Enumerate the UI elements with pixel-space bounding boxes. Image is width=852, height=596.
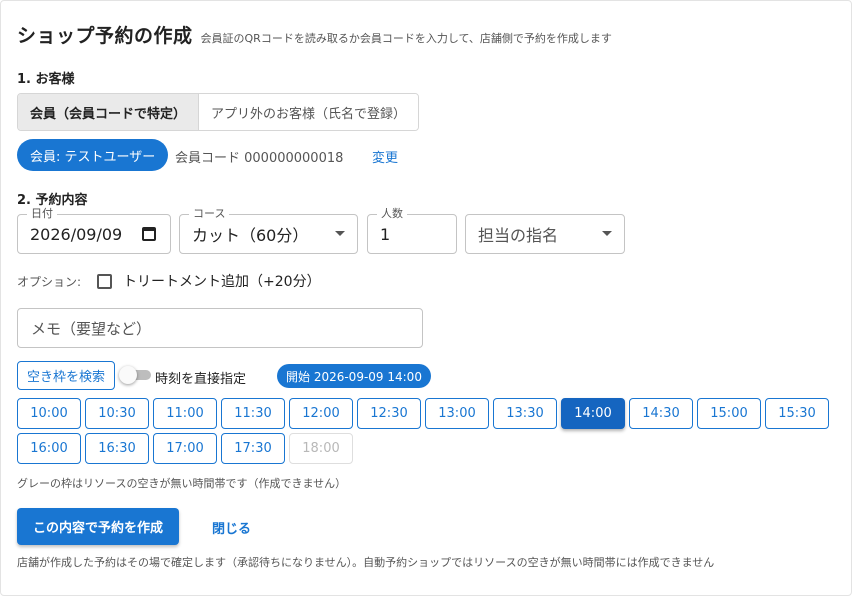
grey-slot-note: グレーの枠はリソースの空きが無い時間帯です（作成できません）: [17, 477, 347, 490]
calendar-icon[interactable]: [142, 227, 156, 241]
booking-section-label: 2. 予約内容: [17, 193, 88, 208]
time-slot-1230[interactable]: 12:30: [357, 398, 421, 429]
direct-time-toggle[interactable]: [119, 366, 151, 384]
chevron-down-icon: [335, 231, 345, 236]
create-reservation-button[interactable]: この内容で予約を作成: [17, 508, 180, 545]
people-value: 1: [380, 224, 391, 244]
date-field[interactable]: 日付 2026/09/09: [17, 207, 171, 254]
time-slot-1500[interactable]: 15:00: [697, 398, 761, 429]
time-slot-1800: 18:00: [289, 433, 353, 464]
time-slot-1700[interactable]: 17:00: [153, 433, 217, 464]
memo-input[interactable]: メモ（要望など）: [17, 308, 423, 348]
time-slot-1630[interactable]: 16:30: [85, 433, 149, 464]
dialog-header: ショップ予約の作成 会員証のQRコードを読み取るか会員コードを入力して、店舗側で…: [17, 21, 612, 48]
course-select-label: コース: [189, 207, 230, 221]
options-row: オプション: トリートメント追加（+20分）: [17, 271, 321, 291]
staff-placeholder: 担当の指名: [478, 226, 559, 245]
page-subtitle: 会員証のQRコードを読み取るか会員コードを入力して、店舗側で予約を作成します: [200, 32, 612, 45]
page-title: ショップ予約の作成: [17, 25, 193, 47]
time-slot-1030[interactable]: 10:30: [85, 398, 149, 429]
time-slot-1130[interactable]: 11:30: [221, 398, 285, 429]
toggle-thumb: [119, 366, 137, 384]
date-field-label: 日付: [27, 207, 57, 221]
course-value: カット（60分）: [192, 226, 309, 245]
change-member-link[interactable]: 変更: [372, 147, 398, 166]
close-button[interactable]: 閉じる: [212, 518, 251, 537]
footer-note: 店舗が作成した予約はその場で確定します（承認待ちになりません）。自動予約ショップ…: [17, 556, 715, 569]
people-field-label: 人数: [377, 207, 407, 221]
search-slots-button[interactable]: 空き枠を検索: [17, 361, 116, 390]
member-code: 会員コード 000000000018: [175, 151, 344, 166]
time-slot-1300[interactable]: 13:00: [425, 398, 489, 429]
staff-select[interactable]: 担当の指名: [465, 214, 625, 254]
time-slot-1430[interactable]: 14:30: [629, 398, 693, 429]
time-slot-1200[interactable]: 12:00: [289, 398, 353, 429]
mode-member-button[interactable]: 会員（会員コードで特定）: [18, 94, 200, 130]
people-field[interactable]: 人数 1: [367, 207, 457, 254]
time-slot-1000[interactable]: 10:00: [17, 398, 81, 429]
customer-section-label: 1. お客様: [17, 72, 75, 87]
options-label: オプション:: [17, 274, 82, 289]
time-slot-1600[interactable]: 16:00: [17, 433, 81, 464]
start-time-chip: 開始 2026-09-09 14:00: [277, 364, 431, 388]
time-slot-1530[interactable]: 15:30: [765, 398, 829, 429]
time-slot-1330[interactable]: 13:30: [493, 398, 557, 429]
time-slot-1400[interactable]: 14:00: [561, 398, 625, 429]
date-value: 2026/09/09: [30, 224, 123, 244]
time-slot-1730[interactable]: 17:30: [221, 433, 285, 464]
course-select[interactable]: コース カット（60分）: [179, 207, 358, 254]
member-chip[interactable]: 会員: テストユーザー: [17, 139, 169, 171]
chevron-down-icon: [602, 231, 612, 236]
reservation-dialog: ショップ予約の作成 会員証のQRコードを読み取るか会員コードを入力して、店舗側で…: [0, 0, 852, 596]
treatment-checkbox[interactable]: [97, 273, 113, 289]
direct-time-label[interactable]: 時刻を直接指定: [155, 368, 246, 387]
treatment-checkbox-label[interactable]: トリートメント追加（+20分）: [123, 271, 321, 291]
mode-guest-button[interactable]: アプリ外のお客様（氏名で登録）: [199, 94, 419, 130]
time-slot-1100[interactable]: 11:00: [153, 398, 217, 429]
customer-mode-toggle: 会員（会員コードで特定） アプリ外のお客様（氏名で登録）: [17, 93, 420, 131]
